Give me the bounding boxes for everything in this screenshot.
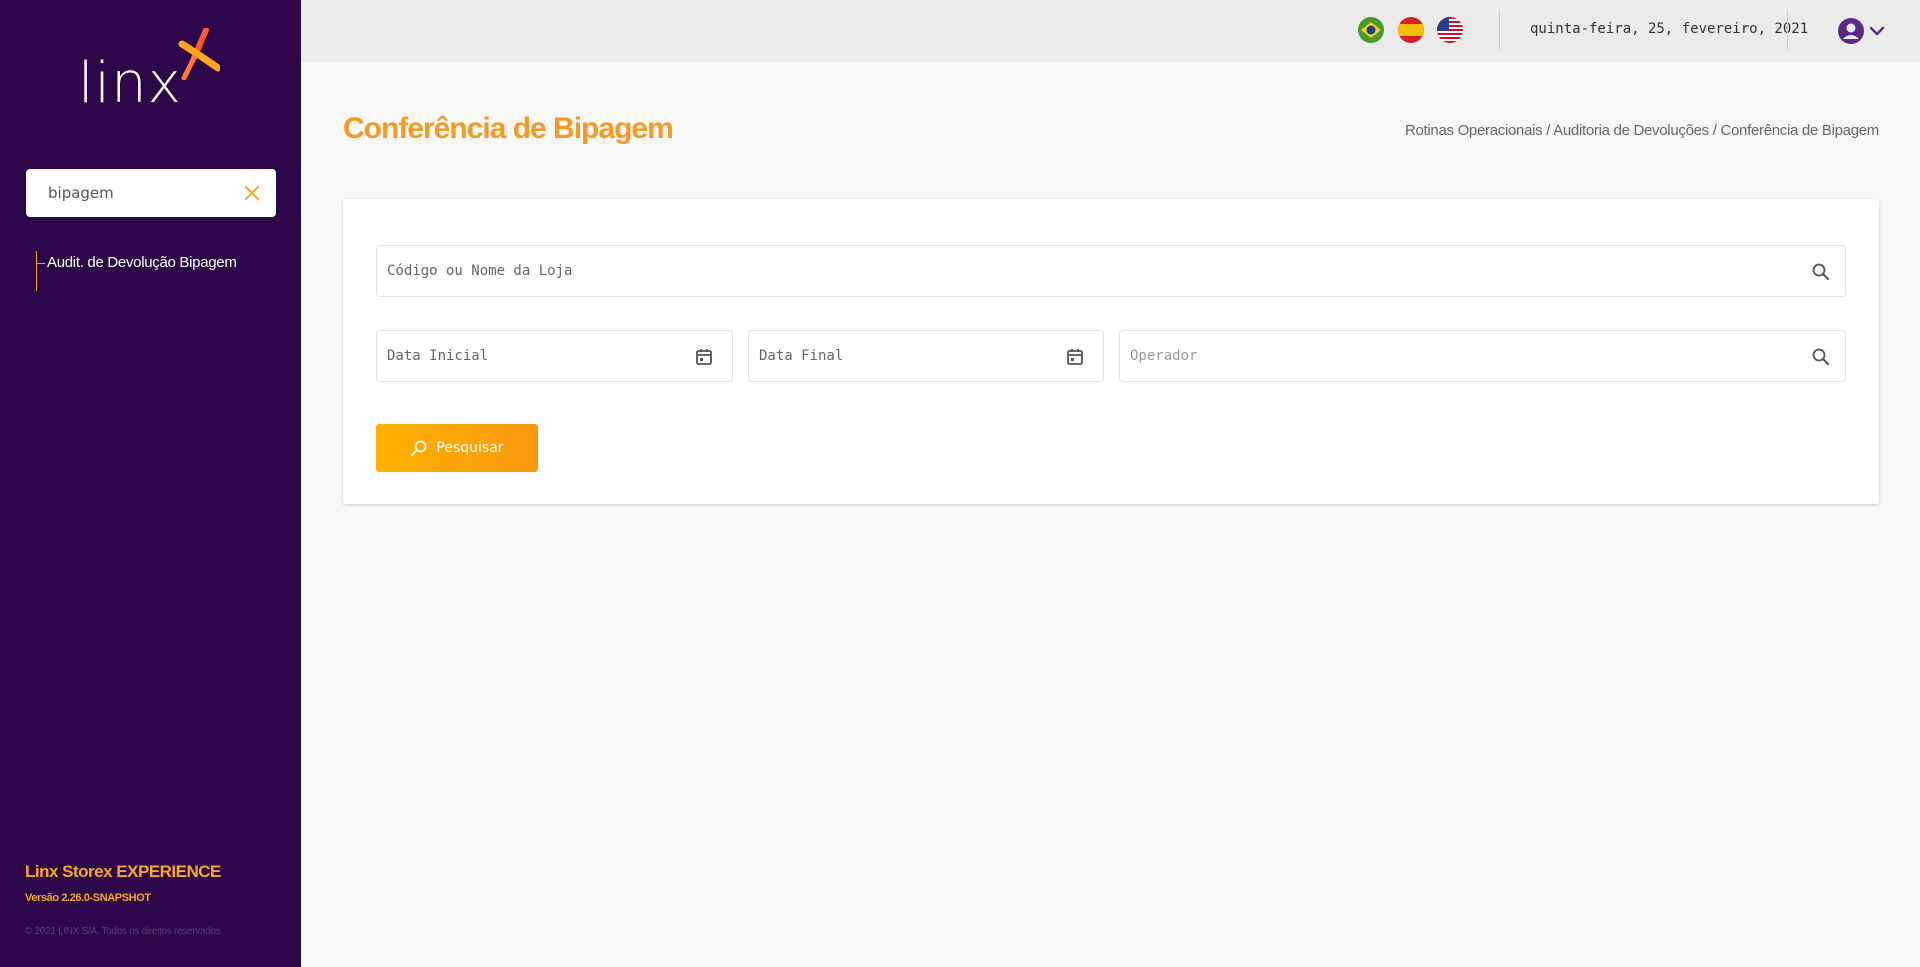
sidebar-item-label: Audit. de Devolução Bipagem — [47, 254, 237, 271]
calendar-icon[interactable] — [694, 347, 714, 367]
search-icon[interactable] — [1811, 347, 1831, 367]
search-button[interactable]: Pesquisar — [376, 424, 538, 472]
breadcrumb-separator: / — [1712, 122, 1717, 139]
sidebar: linx Audit. de Devolução Bipagem Linx St… — [0, 0, 301, 967]
linx-x-logo-icon — [178, 28, 220, 80]
sidebar-item-audit-return-scan[interactable]: Audit. de Devolução Bipagem — [36, 251, 237, 291]
flag-usa-icon[interactable] — [1437, 17, 1463, 43]
breadcrumb-separator: / — [1546, 122, 1551, 139]
page-title: Conferência de Bipagem — [343, 112, 674, 145]
user-menu-button[interactable] — [1837, 16, 1889, 46]
topbar-divider — [1499, 10, 1500, 50]
sidebar-footer: Linx Storex EXPERIENCE Versão 2.26.0-SNA… — [25, 862, 221, 937]
operator-search-input[interactable] — [1120, 331, 1845, 381]
menu-search-input[interactable] — [26, 169, 236, 217]
start-date-field — [376, 330, 733, 382]
store-search-input[interactable] — [377, 246, 1845, 296]
app-version: Versão 2.26.0-SNAPSHOT — [25, 892, 151, 904]
breadcrumb-item-routines[interactable]: Rotinas Operacionais — [1405, 122, 1543, 139]
operator-field — [1119, 330, 1846, 382]
user-circle-icon — [1838, 18, 1864, 44]
menu-search-box — [26, 169, 276, 217]
current-date: quinta-feira, 25, fevereiro, 2021 — [1530, 21, 1809, 37]
app-name: Linx Storex EXPERIENCE — [25, 862, 221, 881]
topbar-divider — [1787, 10, 1788, 50]
search-filter-card: Pesquisar — [343, 199, 1879, 504]
end-date-input[interactable] — [749, 331, 1103, 381]
calendar-icon[interactable] — [1065, 347, 1085, 367]
store-field — [376, 245, 1846, 297]
end-date-field — [748, 330, 1104, 382]
copyright-text: © 2021 LINX S/A. Todos os direitos reser… — [25, 926, 221, 937]
search-button-label: Pesquisar — [436, 440, 504, 456]
breadcrumb-item-current: Conferência de Bipagem — [1720, 122, 1879, 139]
chevron-down-icon — [1869, 26, 1885, 36]
breadcrumb: Rotinas Operacionais / Auditoria de Devo… — [1405, 122, 1879, 139]
flag-brazil-icon[interactable] — [1358, 17, 1384, 43]
logo-text: linx — [78, 51, 182, 116]
search-icon[interactable] — [1811, 262, 1831, 282]
topbar: quinta-feira, 25, fevereiro, 2021 — [301, 0, 1920, 62]
breadcrumb-item-return-audit[interactable]: Auditoria de Devoluções — [1553, 122, 1709, 139]
search-icon — [411, 440, 427, 456]
linx-logo[interactable]: linx — [78, 28, 228, 120]
flag-spain-icon[interactable] — [1398, 17, 1424, 43]
close-icon[interactable] — [242, 183, 262, 203]
start-date-input[interactable] — [377, 331, 732, 381]
